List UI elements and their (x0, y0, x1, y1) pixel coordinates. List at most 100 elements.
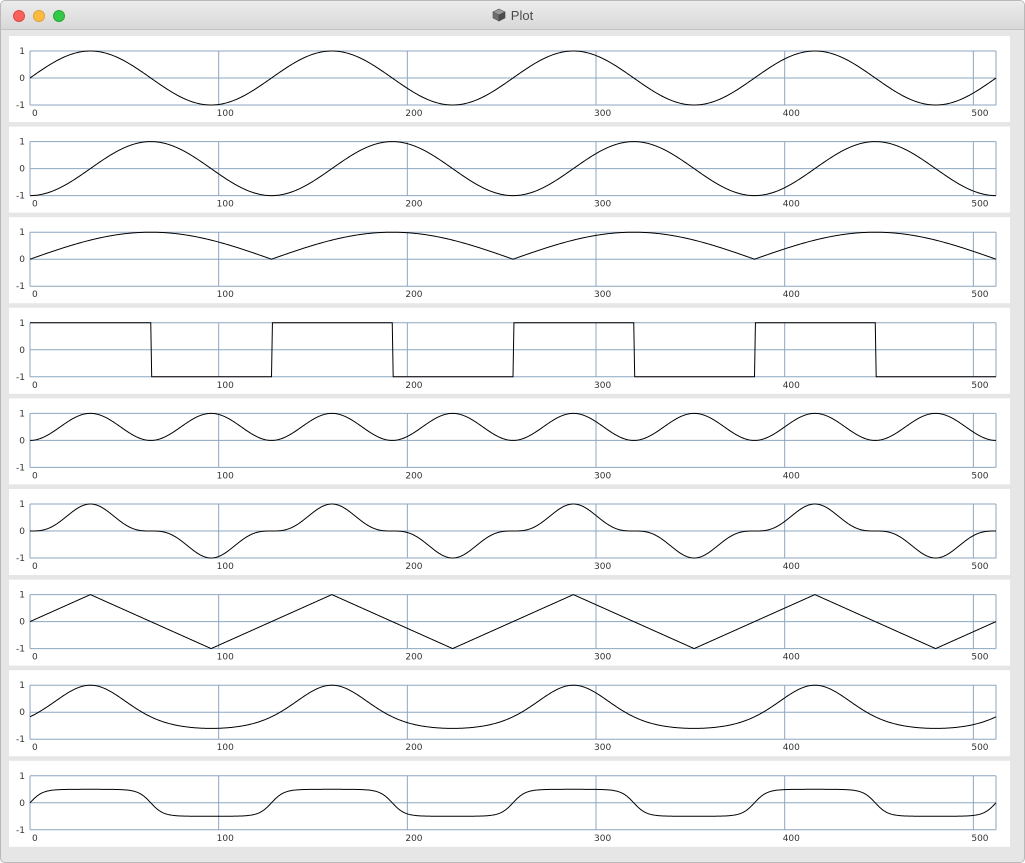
x-tick-label: 0 (32, 381, 38, 391)
app-cube-icon (492, 8, 506, 22)
plot-panel: 1 0 -1 0 100 200 300 400 500 (9, 489, 1010, 575)
x-tick-label: 100 (217, 743, 234, 753)
x-tick-label: 200 (405, 834, 422, 844)
x-tick-label: 500 (971, 653, 988, 663)
x-tick-label: 400 (783, 834, 800, 844)
panel-background (9, 670, 1010, 757)
y-tick-label: -1 (16, 282, 25, 292)
x-tick-label: 500 (971, 381, 988, 391)
x-tick-label: 300 (594, 381, 611, 391)
y-tick-label: -1 (16, 192, 25, 202)
y-tick-label: -1 (16, 463, 25, 473)
panel-background (9, 126, 1010, 213)
plot-panel: 1 0 -1 0 100 200 300 400 500 (9, 307, 1010, 394)
x-tick-label: 500 (971, 743, 988, 753)
x-tick-label: 0 (32, 562, 38, 572)
y-tick-label: 0 (19, 799, 25, 809)
x-tick-label: 400 (783, 381, 800, 391)
x-tick-label: 200 (405, 381, 422, 391)
y-tick-label: -1 (16, 645, 25, 655)
y-tick-label: -1 (16, 101, 25, 111)
x-tick-label: 0 (32, 653, 38, 663)
y-tick-label: 1 (19, 681, 25, 691)
y-tick-label: -1 (16, 735, 25, 745)
panel-background (9, 307, 1010, 394)
panel-background (9, 489, 1010, 575)
x-tick-label: 300 (594, 471, 611, 481)
y-tick-label: 1 (19, 319, 25, 329)
x-tick-label: 0 (32, 290, 38, 300)
x-tick-label: 0 (32, 109, 38, 119)
x-tick-label: 100 (217, 109, 234, 119)
y-tick-label: 1 (19, 228, 25, 238)
x-tick-label: 0 (32, 834, 38, 844)
panel-background (9, 760, 1010, 847)
y-tick-label: -1 (16, 554, 25, 564)
panel-background (9, 579, 1010, 666)
y-tick-label: 1 (19, 772, 25, 782)
y-tick-label: 0 (19, 527, 25, 537)
x-tick-label: 100 (217, 562, 234, 572)
x-tick-label: 300 (594, 653, 611, 663)
panel-background (9, 36, 1010, 122)
y-tick-label: 1 (19, 138, 25, 148)
y-tick-label: 0 (19, 255, 25, 265)
x-tick-label: 300 (594, 200, 611, 210)
y-tick-label: 0 (19, 74, 25, 84)
x-tick-label: 200 (405, 653, 422, 663)
plot-panel: 1 0 -1 0 100 200 300 400 500 (9, 670, 1010, 757)
x-tick-label: 200 (405, 109, 422, 119)
x-tick-label: 300 (594, 109, 611, 119)
x-tick-label: 100 (217, 834, 234, 844)
x-tick-label: 300 (594, 743, 611, 753)
x-tick-label: 500 (971, 290, 988, 300)
x-tick-label: 400 (783, 653, 800, 663)
x-tick-label: 400 (783, 290, 800, 300)
y-tick-label: -1 (16, 373, 25, 383)
x-tick-label: 500 (971, 109, 988, 119)
plots-svg: 10-10 100 200 300 400 50010-10 100 200 300 400 500… (9, 36, 1010, 847)
y-tick-label: 0 (19, 618, 25, 628)
title-bar[interactable]: Plot (1, 1, 1024, 30)
x-tick-label: 100 (217, 290, 234, 300)
x-tick-label: 500 (971, 471, 988, 481)
x-tick-label: 100 (217, 471, 234, 481)
y-tick-label: -1 (16, 826, 25, 836)
plot-panel: 1 0 -1 0 100 200 300 400 500 (9, 760, 1010, 847)
x-tick-label: 500 (971, 200, 988, 210)
plot-panel: 1 0 -1 0 100 200 300 400 500 (9, 217, 1010, 304)
x-tick-label: 500 (971, 562, 988, 572)
x-tick-label: 400 (783, 200, 800, 210)
plot-panel: 1 0 -1 0 100 200 300 400 500 (9, 126, 1010, 213)
panel-background (9, 398, 1010, 485)
plot-panel: 1 0 -1 0 100 200 300 400 500 (9, 579, 1010, 666)
y-tick-label: 1 (19, 409, 25, 419)
x-tick-label: 300 (594, 290, 611, 300)
x-tick-label: 100 (217, 653, 234, 663)
panel-background (9, 217, 1010, 304)
x-tick-label: 0 (32, 743, 38, 753)
y-tick-label: 0 (19, 436, 25, 446)
y-tick-label: 0 (19, 346, 25, 356)
x-tick-label: 200 (405, 290, 422, 300)
x-tick-label: 400 (783, 471, 800, 481)
x-tick-label: 100 (217, 200, 234, 210)
x-tick-label: 300 (594, 562, 611, 572)
x-tick-label: 200 (405, 471, 422, 481)
x-tick-label: 200 (405, 562, 422, 572)
x-tick-label: 0 (32, 471, 38, 481)
y-tick-label: 1 (19, 591, 25, 601)
x-tick-label: 400 (783, 743, 800, 753)
x-tick-label: 400 (783, 109, 800, 119)
x-tick-label: 100 (217, 381, 234, 391)
plot-area: 1 0 -1 0 100 200 300 400 500 1 0 -1 0 100 200 300 400 500… (7, 31, 1018, 856)
plot-panel: 1 0 -1 0 100 200 300 400 500 (9, 398, 1010, 485)
plot-panel: 1 0 -1 0 100 200 300 400 500 (9, 36, 1010, 122)
x-tick-label: 200 (405, 200, 422, 210)
x-tick-label: 400 (783, 562, 800, 572)
x-tick-label: 500 (971, 834, 988, 844)
window-title: Plot (510, 7, 534, 23)
x-tick-label: 0 (32, 200, 38, 210)
plot-window: Plot 1 0 -1 0 100 200 300 400 500 1 0 -1 0 100 200 300 4… (0, 0, 1025, 863)
y-tick-label: 0 (19, 708, 25, 718)
